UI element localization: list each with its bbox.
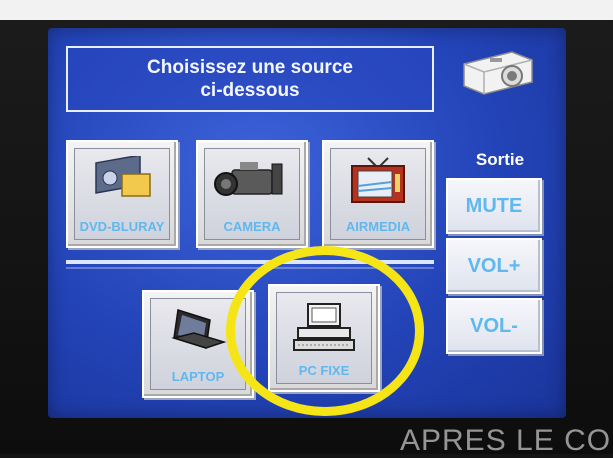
source-label: DVD-BLURAY [79,219,165,234]
volume-up-button[interactable]: VOL+ [446,238,542,294]
camcorder-icon [214,162,283,196]
source-camera-button[interactable]: CAMERA [196,140,308,248]
device-caption: APRES LE CO [400,424,612,457]
volume-down-button[interactable]: VOL- [446,298,542,354]
disc-player-icon [95,156,151,197]
page-title: Choisissez une source ci-dessous [66,46,434,112]
title-line-2: ci-dessous [200,80,300,101]
source-label: AIRMEDIA [345,219,411,234]
laptop-icon [171,309,227,349]
mute-button[interactable]: MUTE [446,178,542,234]
title-line-1: Choisissez une source [147,57,353,78]
wall-background [0,0,613,20]
source-dvd-bluray-button[interactable]: DVD-BLURAY [66,140,178,248]
tv-icon [351,157,405,203]
source-airmedia-button[interactable]: AIRMEDIA [322,140,434,248]
source-label: CAMERA [223,219,281,234]
highlight-circle [226,246,424,416]
output-label: Sortie [475,150,525,169]
source-label: LAPTOP [171,369,225,384]
projector-icon[interactable] [456,42,536,102]
